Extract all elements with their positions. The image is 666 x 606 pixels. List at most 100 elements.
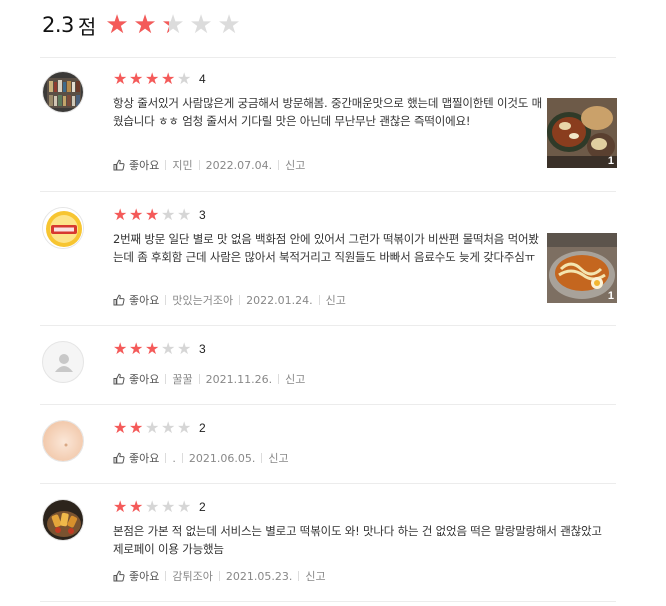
- review-date: 2021.05.23.: [225, 569, 293, 583]
- star-empty-icon: ★: [161, 205, 176, 224]
- star-filled-icon: ★: [145, 69, 160, 88]
- review-stars: ★ ★ ★ ★ ★ 3: [113, 341, 206, 357]
- review-author[interactable]: 꿀꿀: [172, 371, 192, 387]
- review-meta: 좋아요 꿀꿀 2021.11.26. 신고: [113, 372, 305, 386]
- star-empty-icon: ★: [145, 418, 160, 437]
- star-empty-icon: ★: [145, 497, 160, 516]
- star-icon: ★★: [161, 10, 185, 40]
- reviewer-avatar[interactable]: [42, 71, 84, 113]
- meta-separator: [318, 295, 320, 305]
- report-link[interactable]: 신고: [268, 450, 288, 466]
- like-button[interactable]: 좋아요: [113, 450, 159, 466]
- like-button[interactable]: 좋아요: [113, 568, 159, 584]
- star-filled-icon: ★: [129, 69, 144, 88]
- review-date: 2021.11.26.: [205, 372, 273, 386]
- reviewer-avatar[interactable]: [42, 341, 84, 383]
- like-label: 좋아요: [129, 452, 160, 465]
- review-rating: 3: [199, 342, 206, 356]
- review-meta: 좋아요 감튀조아 2021.05.23. 신고: [113, 569, 326, 583]
- meta-separator: [278, 374, 280, 384]
- thumbs-up-icon: [113, 159, 125, 171]
- review-author[interactable]: 감튀조아: [172, 568, 212, 584]
- report-link[interactable]: 신고: [305, 568, 325, 584]
- review-stars: ★ ★ ★ ★ ★ 2: [113, 420, 206, 436]
- rating-summary: 2.3 점 ★★★★★★★★★★: [42, 8, 245, 42]
- review-rating: 2: [199, 500, 206, 514]
- star-filled-icon: ★: [113, 497, 128, 516]
- star-filled-icon: ★: [129, 497, 144, 516]
- meta-separator: [165, 374, 167, 384]
- star-empty-icon: ★: [177, 497, 192, 516]
- divider: [40, 601, 616, 602]
- divider: [40, 57, 616, 58]
- reviewer-avatar[interactable]: [42, 499, 84, 541]
- divider: [40, 191, 616, 192]
- review-text: 항상 줄서있거 사람많은게 궁금해서 방문해봄. 중간매운맛으로 했는데 맵찔이…: [113, 96, 542, 128]
- photo-count: 1: [607, 155, 614, 167]
- photo-count: 1: [607, 290, 614, 302]
- review-date: 2022.01.24.: [246, 293, 313, 307]
- average-stars: ★★★★★★★★★★: [105, 12, 245, 38]
- like-button[interactable]: 좋아요: [113, 292, 159, 308]
- reviewer-avatar[interactable]: [42, 420, 84, 462]
- thumbs-up-icon: [113, 373, 125, 385]
- thumbs-up-icon: [113, 294, 125, 306]
- star-filled-icon: ★: [145, 339, 160, 358]
- reviewer-avatar[interactable]: [42, 207, 84, 249]
- meta-separator: [165, 295, 167, 305]
- review-rating: 4: [199, 72, 206, 86]
- divider: [40, 325, 616, 326]
- meta-separator: [165, 571, 167, 581]
- star-empty-icon: ★: [161, 497, 176, 516]
- report-link[interactable]: 신고: [285, 371, 305, 387]
- review-rating: 2: [199, 421, 206, 435]
- score-unit: 점: [77, 14, 97, 39]
- divider: [40, 404, 616, 405]
- star-empty-icon: ★: [177, 418, 192, 437]
- report-link[interactable]: 신고: [326, 292, 346, 308]
- review-photo[interactable]: 1: [547, 98, 617, 168]
- star-filled-icon: ★: [113, 69, 128, 88]
- meta-separator: [181, 453, 183, 463]
- review-author[interactable]: 지민: [172, 157, 192, 173]
- review-author[interactable]: .: [172, 452, 176, 465]
- default-user-icon: [55, 354, 73, 372]
- meta-separator: [165, 453, 167, 463]
- review-author[interactable]: 맛있는거조아: [172, 292, 233, 308]
- star-empty-icon: ★: [177, 69, 192, 88]
- review-stars: ★ ★ ★ ★ ★ 3: [113, 207, 206, 223]
- star-filled-icon: ★: [145, 205, 160, 224]
- star-filled-icon: ★: [129, 205, 144, 224]
- star-icon: ★★: [133, 10, 157, 40]
- star-filled-icon: ★: [113, 205, 128, 224]
- like-button[interactable]: 좋아요: [113, 157, 159, 173]
- star-icon: ★★: [189, 10, 213, 40]
- meta-separator: [218, 571, 220, 581]
- review-date: 2021.06.05.: [188, 451, 256, 465]
- divider: [40, 483, 616, 484]
- meta-separator: [198, 374, 200, 384]
- report-link[interactable]: 신고: [285, 157, 305, 173]
- review-text: 본점은 가본 적 없는데 서비스는 별로고 떡볶이도 와! 맛나다 하는 건 없…: [113, 524, 602, 556]
- star-empty-icon: ★: [177, 339, 192, 358]
- meta-separator: [239, 295, 241, 305]
- star-icon: ★★: [217, 10, 241, 40]
- review-stars: ★ ★ ★ ★ ★ 2: [113, 499, 206, 515]
- star-empty-icon: ★: [177, 205, 192, 224]
- thumbs-up-icon: [113, 570, 125, 582]
- meta-separator: [298, 571, 300, 581]
- like-button[interactable]: 좋아요: [113, 371, 159, 387]
- review-date: 2022.07.04.: [205, 158, 273, 172]
- meta-separator: [278, 160, 280, 170]
- average-score: 2.3: [42, 13, 74, 37]
- meta-separator: [198, 160, 200, 170]
- review-meta: 좋아요 지민 2022.07.04. 신고: [113, 158, 305, 172]
- star-empty-icon: ★: [161, 339, 176, 358]
- meta-separator: [261, 453, 263, 463]
- like-label: 좋아요: [129, 570, 160, 583]
- star-icon: ★★: [105, 10, 129, 40]
- like-label: 좋아요: [129, 373, 160, 386]
- review-photo[interactable]: 1: [547, 233, 617, 303]
- star-filled-icon: ★: [129, 339, 144, 358]
- like-label: 좋아요: [129, 159, 160, 172]
